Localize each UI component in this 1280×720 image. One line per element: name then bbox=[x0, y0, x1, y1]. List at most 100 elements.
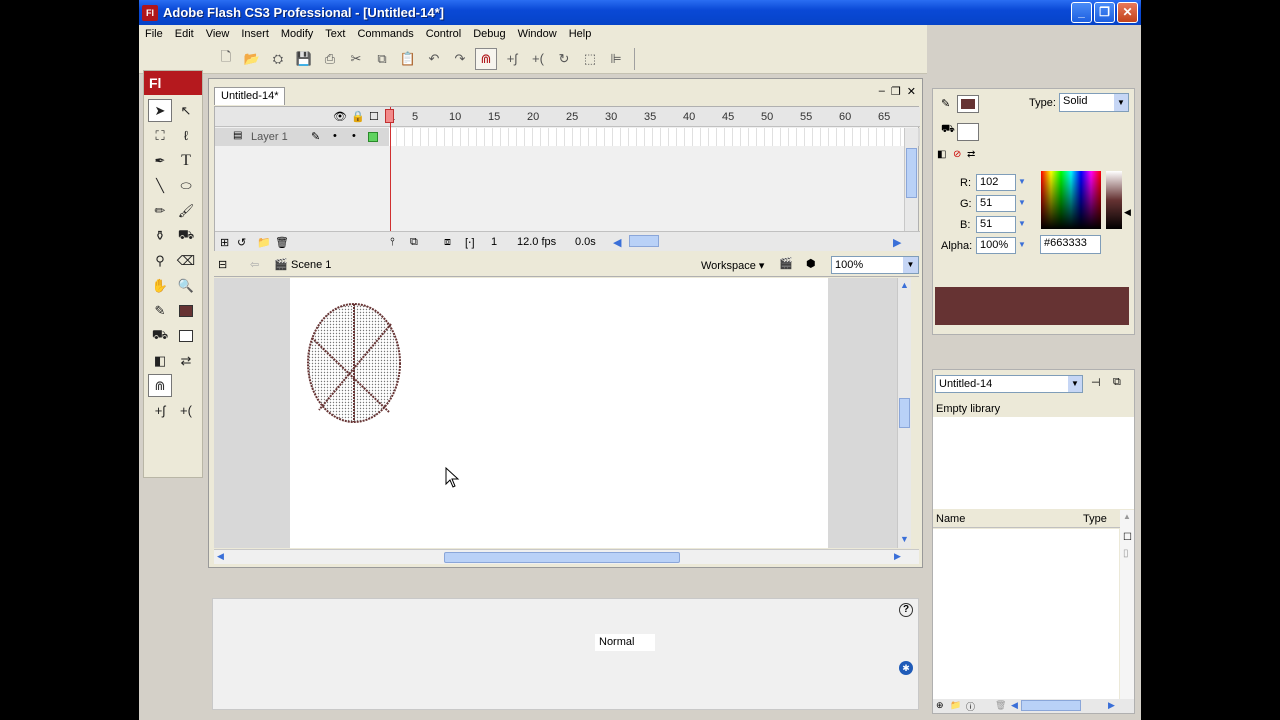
scale-icon[interactable]: ⬚ bbox=[579, 48, 601, 70]
pen-tool-icon[interactable]: ✒ bbox=[148, 149, 172, 172]
redo-icon[interactable]: ↷ bbox=[449, 48, 471, 70]
outline-color-square[interactable] bbox=[368, 132, 378, 142]
paint-bucket-tool-icon[interactable]: ⛟ bbox=[174, 224, 198, 247]
lock-layers-icon[interactable]: 🔒 bbox=[351, 110, 365, 123]
chevron-down-icon[interactable]: ▼ bbox=[903, 257, 918, 273]
black-white-icon[interactable]: ◧ bbox=[937, 149, 946, 160]
chevron-down-icon[interactable]: ▼ bbox=[1114, 94, 1128, 111]
cut-icon[interactable]: ✂ bbox=[345, 48, 367, 70]
stroke-pencil-icon[interactable]: ✎ bbox=[941, 97, 950, 110]
delete-layer-icon[interactable]: 🗑 bbox=[275, 236, 289, 249]
brush-tool-icon[interactable]: 🖌 bbox=[174, 199, 198, 222]
chevron-down-icon[interactable]: ▼ bbox=[1068, 376, 1082, 392]
line-tool-icon[interactable]: ╲ bbox=[148, 174, 172, 197]
color-spectrum-picker[interactable] bbox=[1041, 171, 1101, 229]
red-input[interactable]: 102 bbox=[976, 174, 1016, 191]
alpha-input[interactable]: 100% bbox=[976, 237, 1016, 254]
sort-ascending-icon[interactable]: ▲ bbox=[1123, 512, 1131, 521]
timeline-hscroll-thumb[interactable] bbox=[629, 235, 659, 247]
lasso-tool-icon[interactable]: ℓ bbox=[174, 124, 198, 147]
layer-name[interactable]: Layer 1 bbox=[251, 131, 288, 143]
save-icon[interactable]: 💾 bbox=[293, 48, 315, 70]
doc-close-icon[interactable]: ✕ bbox=[907, 85, 916, 98]
playhead-handle[interactable] bbox=[385, 109, 394, 123]
new-library-panel-icon[interactable]: ⧉ bbox=[1113, 376, 1121, 389]
scroll-left-icon[interactable]: ◀ bbox=[217, 551, 224, 562]
scroll-up-icon[interactable]: ▲ bbox=[900, 280, 909, 290]
timeline-toggle-icon[interactable]: ⊟ bbox=[218, 258, 227, 271]
new-file-icon[interactable]: 🗋 bbox=[215, 48, 237, 70]
back-arrow-icon[interactable]: ⇦ bbox=[250, 258, 259, 271]
paste-icon[interactable]: 📋 bbox=[397, 48, 419, 70]
align-icon[interactable]: ⊫ bbox=[605, 48, 627, 70]
menu-edit[interactable]: Edit bbox=[169, 25, 200, 44]
insert-folder-icon[interactable]: 📁 bbox=[257, 236, 271, 249]
doc-minimize-icon[interactable]: – bbox=[879, 85, 885, 98]
straighten-icon[interactable]: +( bbox=[527, 48, 549, 70]
close-button[interactable]: ✕ bbox=[1117, 2, 1138, 23]
menu-commands[interactable]: Commands bbox=[351, 25, 419, 44]
timeline-vscroll-thumb[interactable] bbox=[906, 148, 917, 198]
stroke-color-swatch[interactable] bbox=[174, 299, 198, 322]
stage-hscroll-thumb[interactable] bbox=[444, 552, 680, 563]
scroll-left-icon[interactable]: ◀ bbox=[1011, 700, 1018, 711]
swap-colors-icon[interactable]: ⇄ bbox=[174, 349, 198, 372]
undo-icon[interactable]: ↶ bbox=[423, 48, 445, 70]
menu-view[interactable]: View bbox=[200, 25, 236, 44]
blend-mode-field[interactable]: Normal bbox=[595, 634, 655, 651]
modify-markers-icon[interactable]: [⋅] bbox=[465, 236, 475, 249]
delete-icon[interactable]: 🗑 bbox=[995, 700, 1006, 711]
scroll-right-icon[interactable]: ▶ bbox=[1108, 700, 1115, 711]
menu-debug[interactable]: Debug bbox=[467, 25, 511, 44]
menu-file[interactable]: File bbox=[139, 25, 169, 44]
help-icon[interactable]: ? bbox=[899, 603, 913, 617]
fill-color-swatch[interactable] bbox=[174, 324, 198, 347]
swap-colors-icon[interactable]: ⇄ bbox=[967, 149, 975, 160]
oval-tool-icon[interactable]: ⬭ bbox=[174, 174, 198, 197]
maximize-button[interactable]: ❐ bbox=[1094, 2, 1115, 23]
menu-help[interactable]: Help bbox=[563, 25, 598, 44]
scroll-down-icon[interactable]: ▼ bbox=[900, 534, 909, 544]
scroll-right-icon[interactable]: ▶ bbox=[893, 236, 901, 249]
column-type[interactable]: Type bbox=[1083, 513, 1107, 525]
scroll-right-icon[interactable]: ▶ bbox=[894, 551, 901, 562]
chevron-down-icon[interactable]: ▼ bbox=[1018, 198, 1026, 207]
minimize-button[interactable]: _ bbox=[1071, 2, 1092, 23]
workspace-button[interactable]: Workspace ▾ bbox=[701, 259, 764, 272]
chevron-down-icon[interactable]: ▼ bbox=[1018, 219, 1026, 228]
smooth-icon[interactable]: +ʃ bbox=[501, 48, 523, 70]
menu-text[interactable]: Text bbox=[319, 25, 351, 44]
narrow-state-icon[interactable]: ▯ bbox=[1123, 548, 1129, 559]
column-name[interactable]: Name bbox=[936, 513, 965, 525]
straighten-option-icon[interactable]: +( bbox=[174, 399, 198, 422]
brightness-slider[interactable] bbox=[1106, 171, 1122, 229]
library-vscroll[interactable]: ▲ ☐ ▯ bbox=[1120, 510, 1134, 700]
menu-control[interactable]: Control bbox=[420, 25, 467, 44]
insert-layer-icon[interactable]: ⊞ bbox=[220, 236, 229, 249]
eyedropper-tool-icon[interactable]: ⚲ bbox=[148, 249, 172, 272]
fill-type-select[interactable]: Solid ▼ bbox=[1059, 93, 1129, 112]
new-folder-icon[interactable]: 📁 bbox=[950, 700, 961, 711]
eraser-tool-icon[interactable]: ⌫ bbox=[174, 249, 198, 272]
green-input[interactable]: 51 bbox=[976, 195, 1016, 212]
menu-window[interactable]: Window bbox=[512, 25, 563, 44]
scroll-left-icon[interactable]: ◀ bbox=[613, 236, 621, 249]
library-hscroll-thumb[interactable] bbox=[1021, 700, 1081, 711]
hand-tool-icon[interactable]: ✋ bbox=[148, 274, 172, 297]
free-transform-tool-icon[interactable]: ⛶ bbox=[148, 124, 172, 147]
zoom-select[interactable]: 100% ▼ bbox=[831, 256, 919, 274]
zoom-tool-icon[interactable]: 🔍 bbox=[174, 274, 198, 297]
text-tool-icon[interactable]: T bbox=[174, 149, 198, 172]
no-color-icon[interactable]: ⊘ bbox=[953, 149, 961, 160]
stage-hscroll[interactable]: ◀ ▶ bbox=[214, 549, 919, 564]
doc-restore-icon[interactable]: ❐ bbox=[891, 85, 901, 98]
outline-layers-icon[interactable]: ☐ bbox=[369, 110, 379, 123]
frame-grid[interactable] bbox=[389, 128, 907, 146]
blue-input[interactable]: 51 bbox=[976, 216, 1016, 233]
properties-icon[interactable]: ⓘ bbox=[966, 700, 975, 713]
edit-multiple-icon[interactable]: ⧈ bbox=[444, 236, 451, 249]
print-icon[interactable]: ⎙ bbox=[319, 48, 341, 70]
edit-scene-icon[interactable]: 🎬 bbox=[779, 257, 793, 270]
edit-symbols-icon[interactable]: ⬢ bbox=[806, 257, 816, 270]
stage-canvas[interactable] bbox=[290, 278, 828, 548]
